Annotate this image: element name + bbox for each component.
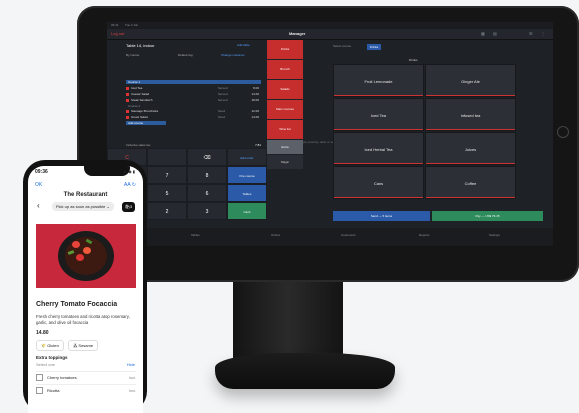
tables-button[interactable]: Tables bbox=[227, 184, 267, 202]
order-title: Table 14, indoor bbox=[126, 43, 155, 48]
key-8[interactable]: 8 bbox=[187, 166, 227, 184]
line-marker-icon bbox=[126, 109, 129, 113]
grid-toolbar: Select course Drinks bbox=[333, 44, 553, 51]
course-header-2[interactable]: Course 2 bbox=[126, 104, 261, 108]
menu-icon[interactable]: ☰ bbox=[529, 31, 533, 36]
add-table-link[interactable]: Add table bbox=[237, 43, 250, 47]
filter-default-tag[interactable]: Default tag bbox=[178, 53, 193, 57]
text-size-reload-icons[interactable]: AA ↻ bbox=[124, 182, 136, 188]
key-6[interactable]: 6 bbox=[187, 184, 227, 202]
category-wine-list[interactable]: Wine list bbox=[267, 120, 303, 139]
blank-key[interactable] bbox=[147, 148, 187, 166]
fire-course-button[interactable]: Fire course bbox=[227, 166, 267, 184]
order-line[interactable]: Iced Tea Served 8.00 bbox=[126, 86, 261, 91]
tab-settings[interactable]: Settings bbox=[489, 233, 500, 237]
order-line[interactable]: Sausage Bruschetta Send 12.00 bbox=[126, 109, 261, 114]
stand-neck bbox=[233, 270, 343, 358]
tag-sesame: ⁂ Sesame bbox=[68, 340, 99, 351]
add-course-button[interactable]: Add course bbox=[126, 121, 166, 125]
drinks-pill[interactable]: Drinks bbox=[367, 44, 381, 50]
option-row[interactable]: Cherry tomatoes Incl. bbox=[36, 371, 136, 384]
item-price: 14.80 bbox=[36, 330, 49, 336]
camera-icon bbox=[557, 126, 569, 138]
tag-gluten: 🌾 Gluten bbox=[36, 340, 64, 351]
order-panel: Table 14, indoor Add table By course Def… bbox=[107, 40, 265, 152]
course-header-1[interactable]: Course 1 bbox=[126, 80, 261, 84]
product-tile[interactable]: Infused tea bbox=[425, 98, 516, 131]
backspace-icon[interactable]: ⌫ bbox=[187, 148, 227, 166]
product-tile[interactable]: Fruit Lemonade bbox=[333, 64, 424, 97]
grid-icon[interactable]: ▦ bbox=[481, 31, 485, 36]
allergen-tags: 🌾 Gluten ⁂ Sesame bbox=[36, 340, 101, 351]
pay-button[interactable]: Pay — US$ 79.45 bbox=[432, 211, 543, 221]
tab-customers[interactable]: Customers bbox=[341, 233, 356, 237]
key-7[interactable]: 7 bbox=[147, 166, 187, 184]
key-3[interactable]: 3 bbox=[187, 202, 227, 220]
status-date: Tue 4 Jun bbox=[125, 23, 139, 27]
tab-orders[interactable]: Orders bbox=[271, 233, 280, 237]
product-tile[interactable]: Iced Herbal Tea bbox=[333, 132, 424, 165]
line-marker-icon bbox=[126, 86, 129, 90]
tab-bar: Tables Orders Customers Reports Settings bbox=[107, 228, 553, 246]
pickup-selector[interactable]: Pick up as soon as possible ⌄ bbox=[52, 202, 114, 211]
chart-icon[interactable]: ▤ bbox=[493, 31, 497, 36]
item-photo bbox=[36, 224, 136, 288]
edit-order-button[interactable]: Edit order bbox=[227, 148, 267, 166]
order-line[interactable]: Greek Salad Send 14.00 bbox=[126, 115, 261, 120]
focaccia-plate-image bbox=[58, 231, 114, 281]
line-marker-icon bbox=[126, 98, 129, 102]
pos-screen: 09:41 Tue 4 Jun Log out Manager ▦ ▤ ☰ ⋮ … bbox=[107, 22, 553, 246]
product-grid: Fruit Lemonade Ginger Ale Iced Tea Infus… bbox=[333, 54, 553, 212]
order-line[interactable]: Steak Sandwich Served 18.00 bbox=[126, 98, 261, 103]
category-drinks[interactable]: Drinks bbox=[267, 40, 303, 59]
line-marker-icon bbox=[126, 92, 129, 96]
extra-toppings-title: Extra toppings bbox=[36, 355, 68, 360]
scene: 09:41 Tue 4 Jun Log out Manager ▦ ▤ ☰ ⋮ … bbox=[0, 0, 579, 413]
tab-reports[interactable]: Reports bbox=[419, 233, 430, 237]
product-tile[interactable]: Juices bbox=[425, 132, 516, 165]
select-course-label: Select course bbox=[333, 44, 352, 48]
phone-screen: 09:36 ▲ ◉ ▮ OK AA ↻ The Restaurant ‹ Pic… bbox=[28, 166, 143, 413]
course-dropdown[interactable]: By course bbox=[126, 53, 139, 57]
ok-button[interactable]: OK bbox=[35, 182, 42, 188]
phone-status-icons: ▲ ◉ ▮ bbox=[123, 169, 135, 174]
top-bar: Log out Manager ▦ ▤ ☰ ⋮ bbox=[107, 29, 553, 40]
category-brunch[interactable]: Brunch bbox=[267, 60, 303, 79]
category-main-courses[interactable]: Main courses bbox=[267, 100, 303, 119]
status-bar: 09:41 Tue 4 Jun bbox=[107, 22, 553, 29]
key-5[interactable]: 5 bbox=[147, 184, 187, 202]
restaurant-title: The Restaurant bbox=[63, 192, 108, 198]
hide-link[interactable]: Hide bbox=[127, 362, 135, 367]
extra-toppings-sub: Select one bbox=[36, 362, 55, 367]
manager-title[interactable]: Manager bbox=[289, 31, 305, 36]
product-tile[interactable]: Ginger Ale bbox=[425, 64, 516, 97]
cash-button[interactable]: Cash bbox=[227, 202, 267, 220]
key-2[interactable]: 2 bbox=[147, 202, 187, 220]
phone-time: 09:36 bbox=[35, 169, 48, 175]
order-line[interactable]: Caesar Salad Served 14.00 bbox=[126, 92, 261, 97]
option-row[interactable]: Ricotta Incl. bbox=[36, 384, 136, 397]
logout-link[interactable]: Log out bbox=[111, 31, 124, 36]
status-time: 09:41 bbox=[111, 23, 119, 27]
category-salads[interactable]: Salads bbox=[267, 80, 303, 99]
line-marker-icon bbox=[126, 115, 129, 119]
checkbox-icon[interactable] bbox=[36, 374, 43, 382]
change-customer-link[interactable]: Change customer bbox=[221, 53, 245, 57]
product-tile[interactable]: Coffee bbox=[425, 166, 516, 199]
product-tile[interactable]: Cans bbox=[333, 166, 424, 199]
order-controls: By course Default tag Change customer bbox=[126, 53, 261, 58]
checkbox-icon[interactable] bbox=[36, 387, 43, 395]
item-description: Fresh cherry tomatoes and ricotta atop r… bbox=[36, 314, 130, 325]
bag-button[interactable]: 🛍3 bbox=[122, 202, 135, 212]
tab-tables[interactable]: Tables bbox=[191, 233, 200, 237]
more-icon[interactable]: ⋮ bbox=[541, 31, 545, 36]
item-name: Cherry Tomato Focaccia bbox=[36, 301, 118, 308]
product-tile[interactable]: Iced Tea bbox=[333, 98, 424, 131]
back-chevron-icon[interactable]: ‹ bbox=[37, 201, 40, 210]
stand-base bbox=[215, 353, 395, 389]
send-button[interactable]: Send — 5 items bbox=[333, 211, 430, 221]
